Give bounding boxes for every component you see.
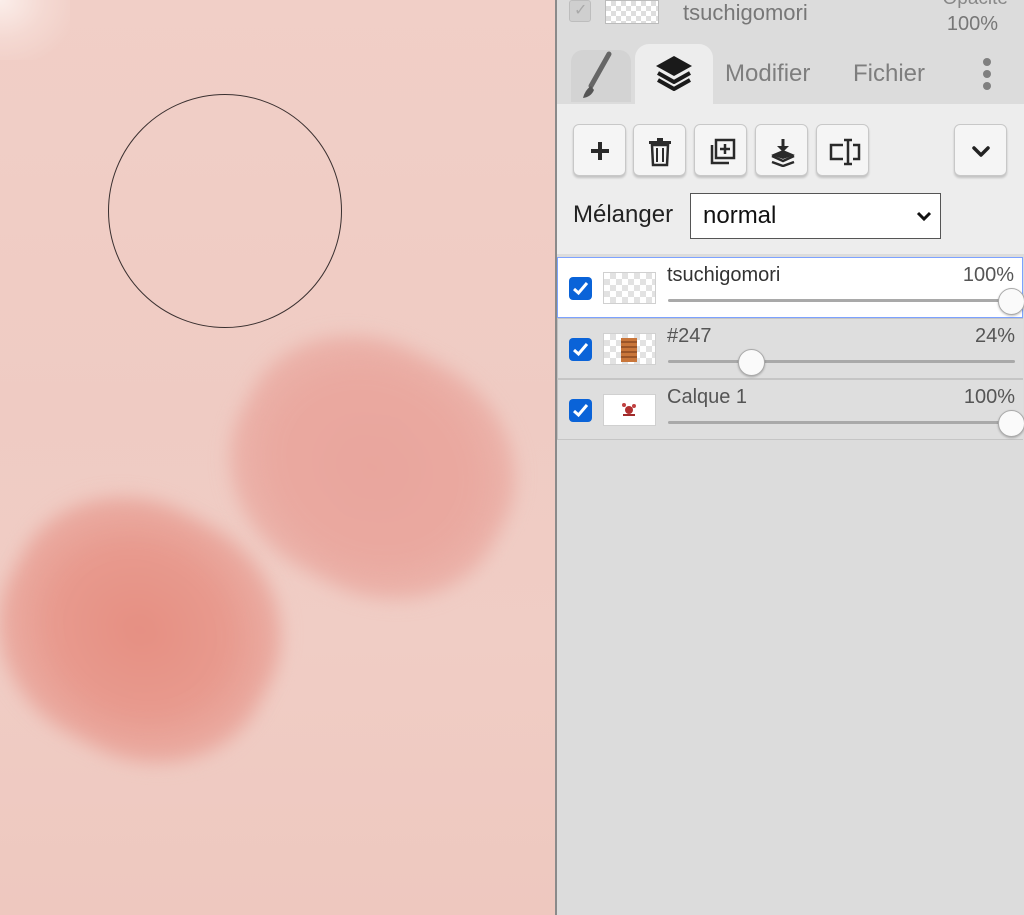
layer-visibility-checkbox[interactable] <box>569 399 592 422</box>
brush-cursor <box>108 94 342 328</box>
delete-layer-button[interactable] <box>633 124 686 176</box>
panel-tabs: Modifier Fichier <box>557 42 1024 104</box>
layers-panel: tsuchigomori Opacité 100% Modifier Fichi… <box>557 0 1024 915</box>
rename-icon <box>829 138 861 166</box>
rename-layer-button[interactable] <box>816 124 869 176</box>
tab-fichier[interactable]: Fichier <box>853 60 925 88</box>
tab-brush[interactable] <box>571 50 631 102</box>
header-opacity-label: Opacité <box>943 0 1008 10</box>
duplicate-icon <box>710 138 736 165</box>
merge-down-icon <box>771 139 795 167</box>
opacity-slider-handle[interactable] <box>997 288 1024 315</box>
checkmark-icon <box>573 282 589 296</box>
current-layer-header: tsuchigomori Opacité 100% <box>557 0 1024 40</box>
blend-mode-value: normal <box>703 202 777 229</box>
chevron-down-icon <box>916 211 932 222</box>
thumbnail-image <box>622 403 636 416</box>
layer-visibility-checkbox[interactable] <box>569 277 592 300</box>
layer-name[interactable]: Calque 1 <box>667 386 747 409</box>
trash-icon <box>649 138 671 167</box>
add-layer-icon <box>591 142 609 160</box>
layer-opacity-value: 100% <box>963 386 1015 408</box>
chevron-down-icon <box>972 146 990 157</box>
layer-opacity-value: 24% <box>974 325 1015 347</box>
more-layer-actions-button[interactable] <box>954 124 1007 176</box>
layer-thumbnail <box>603 333 656 365</box>
merge-down-button[interactable] <box>755 124 808 176</box>
duplicate-layer-button[interactable] <box>694 124 747 176</box>
layer-row[interactable]: Calque 1 100% <box>557 379 1024 440</box>
drawing-canvas[interactable] <box>0 0 555 915</box>
layer-thumbnail <box>603 272 656 304</box>
header-visibility-checkbox[interactable] <box>569 0 591 22</box>
layer-name[interactable]: #247 <box>667 325 712 348</box>
layer-name[interactable]: tsuchigomori <box>667 264 780 287</box>
layer-visibility-checkbox[interactable] <box>569 338 592 361</box>
header-opacity-value: 100% <box>946 13 998 35</box>
layers-icon <box>656 56 692 91</box>
blend-mode-select[interactable]: normal <box>690 193 941 239</box>
canvas-highlight <box>0 0 70 60</box>
blend-mode-label: Mélanger <box>573 201 674 228</box>
layer-opacity-value: 100% <box>962 264 1014 286</box>
checkmark-icon <box>573 343 589 357</box>
layer-row[interactable]: tsuchigomori 100% <box>557 257 1024 318</box>
header-layer-name: tsuchigomori <box>683 0 808 25</box>
opacity-slider-handle[interactable] <box>997 410 1024 437</box>
checkmark-icon <box>573 404 589 418</box>
layer-thumbnail <box>603 394 656 426</box>
opacity-slider-handle[interactable] <box>737 349 765 376</box>
layer-toolbar: Mélanger normal <box>557 104 1024 254</box>
layer-row[interactable]: #247 24% <box>557 318 1023 379</box>
thumbnail-image <box>621 338 637 362</box>
layer-opacity-slider[interactable] <box>668 421 1015 424</box>
add-layer-button[interactable] <box>573 124 626 176</box>
header-layer-thumbnail <box>605 0 659 24</box>
tab-layers[interactable] <box>635 44 713 104</box>
brush-icon <box>583 51 612 98</box>
more-options-icon[interactable] <box>975 54 999 94</box>
layer-opacity-slider[interactable] <box>668 360 1015 363</box>
tab-modifier[interactable]: Modifier <box>725 60 810 88</box>
layer-opacity-slider[interactable] <box>668 299 1015 302</box>
